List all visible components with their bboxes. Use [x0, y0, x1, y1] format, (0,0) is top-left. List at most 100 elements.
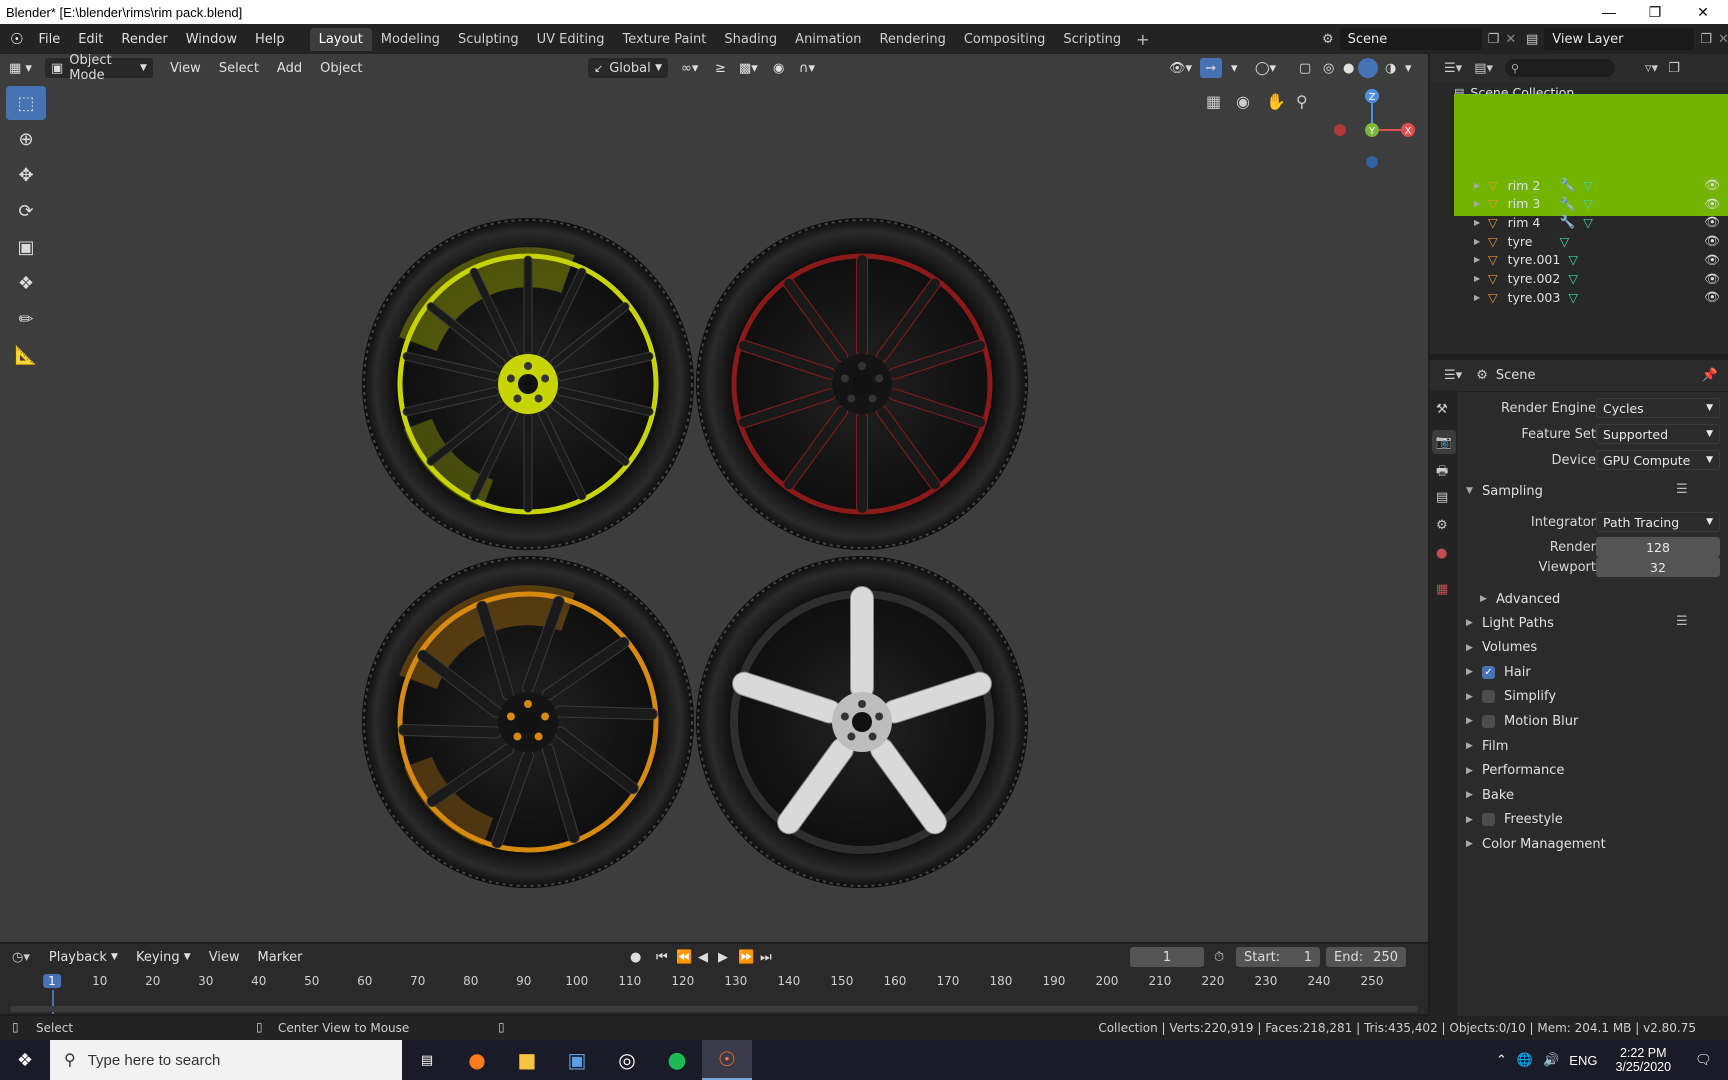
expand-arrow-icon[interactable]: ▶ — [1474, 199, 1484, 208]
record-icon[interactable]: ● — [630, 950, 641, 965]
outliner-search-input[interactable]: ⚲ — [1505, 59, 1615, 77]
tab-render-icon[interactable]: 📷 — [1432, 430, 1456, 454]
expand-arrow-icon[interactable]: ▶ — [1474, 218, 1484, 227]
panel-motion-blur[interactable]: ▶ Motion Blur — [1466, 710, 1578, 732]
current-frame-field[interactable]: 1 — [1130, 947, 1204, 967]
mesh-data-icon[interactable]: ▽ — [1568, 290, 1578, 305]
pan-hand-icon[interactable]: ✋ — [1266, 92, 1286, 111]
gizmo-toggle-icon[interactable]: ➙ — [1200, 58, 1222, 78]
mesh-data-icon[interactable]: ▽ — [1583, 178, 1593, 193]
add-workspace-icon[interactable]: + — [1136, 30, 1149, 49]
windows-start-button[interactable]: ❖ — [0, 1040, 50, 1080]
tab-scene-icon[interactable]: ⚙ — [1436, 518, 1448, 533]
delete-view-layer-icon[interactable]: ✕ — [1718, 32, 1728, 47]
tab-scripting[interactable]: Scripting — [1054, 28, 1130, 51]
panel-performance[interactable]: ▶ Performance — [1466, 760, 1564, 782]
panel-freestyle[interactable]: ▶ Freestyle — [1466, 809, 1563, 831]
navigation-gizmo[interactable]: ▦ ◉ ✋ ⚲ Z Y X — [1206, 88, 1416, 178]
taskbar-search-input[interactable]: ⚲ Type here to search — [50, 1040, 402, 1080]
editor-type-icon[interactable]: ▦ ▾ — [0, 61, 41, 76]
3d-viewport[interactable] — [0, 54, 1428, 942]
action-center-icon[interactable]: 🗨 — [1695, 1052, 1712, 1068]
gizmo-dropdown-icon[interactable]: ▾ — [1222, 61, 1247, 76]
proportional-edit-icon[interactable]: ◉ — [764, 61, 793, 76]
mode-dropdown[interactable]: ▣ Object Mode ▼ — [44, 53, 153, 83]
feature-set-dropdown[interactable]: Supported ▼ — [1596, 424, 1720, 444]
show-hidden-icons-icon[interactable]: ⌃ — [1496, 1052, 1507, 1068]
menu-add[interactable]: Add — [268, 61, 311, 76]
tab-compositing[interactable]: Compositing — [955, 28, 1055, 51]
snap-target-icon[interactable]: ▩▾ — [730, 61, 767, 76]
tab-uv-editing[interactable]: UV Editing — [528, 28, 614, 51]
eye-visibility-icon[interactable]: 👁 — [1704, 233, 1720, 249]
expand-arrow-icon[interactable]: ▶ — [1474, 293, 1484, 302]
filter-icon[interactable]: ▿▾ — [1645, 61, 1658, 76]
timeline-ruler[interactable]: 1 10 20 30 40 50 60 70 80 90 100 110 120 130 140 150 160… — [0, 972, 1428, 1014]
mesh-data-icon[interactable]: ▽ — [1568, 271, 1578, 286]
pivot-point-icon[interactable]: ∞▾ — [672, 61, 707, 76]
render-engine-dropdown[interactable]: Cycles ▼ — [1596, 398, 1720, 418]
menu-view[interactable]: View — [161, 61, 210, 76]
menu-file[interactable]: File — [29, 32, 69, 47]
viewport-samples-field[interactable]: 32 — [1596, 557, 1720, 577]
pin-icon[interactable]: 📌 — [1702, 368, 1718, 383]
visibility-icon[interactable]: 👁▾ — [1160, 61, 1201, 76]
panel-checkbox[interactable] — [1482, 714, 1495, 728]
blender-logo-icon[interactable]: ☉ — [10, 30, 23, 48]
presets-list-icon[interactable]: ☰ — [1676, 614, 1688, 629]
tab-texture-paint[interactable]: Texture Paint — [613, 28, 715, 51]
integrator-dropdown[interactable]: Path Tracing ▼ — [1596, 512, 1720, 532]
eye-visibility-icon[interactable]: 👁 — [1704, 289, 1720, 305]
mesh-data-icon[interactable]: ▽ — [1583, 196, 1593, 211]
menu-help[interactable]: Help — [246, 32, 294, 47]
tab-animation[interactable]: Animation — [786, 28, 870, 51]
properties-editor-icon[interactable]: ☰▾ — [1444, 368, 1462, 383]
expand-arrow-icon[interactable]: ▶ — [1474, 274, 1484, 283]
menu-edit[interactable]: Edit — [69, 32, 112, 47]
wrench-modifier-icon[interactable]: 🔧 — [1560, 196, 1576, 212]
close-window-button[interactable]: ✕ — [1680, 0, 1726, 24]
sampling-panel-header[interactable]: ▼ Sampling — [1466, 480, 1543, 502]
outliner-item[interactable]: ▶ ▽ tyre.002 ▽ 👁 — [1430, 269, 1728, 289]
shading-options-icon[interactable]: ▾ — [1396, 61, 1421, 76]
panel-checkbox[interactable] — [1482, 690, 1495, 704]
timeline-scrollbar[interactable] — [10, 1006, 1418, 1012]
panel-checkbox[interactable] — [1482, 813, 1495, 827]
view-layer-browse-icon[interactable]: ▤ — [1526, 32, 1538, 47]
mesh-data-icon[interactable]: ▽ — [1568, 252, 1578, 267]
move-tool[interactable]: ✥ — [6, 158, 46, 192]
cursor-tool[interactable]: ⊕ — [6, 122, 46, 156]
material-preview-icon[interactable] — [1358, 58, 1378, 78]
jump-end-icon[interactable]: ⏭ — [760, 950, 772, 965]
toggle-perspective-icon[interactable]: ▦ — [1206, 92, 1221, 111]
wrench-modifier-icon[interactable]: 🔧 — [1560, 177, 1576, 193]
tab-layout[interactable]: Layout — [309, 27, 372, 51]
wrench-modifier-icon[interactable]: 🔧 — [1560, 214, 1576, 230]
minimize-button[interactable]: — — [1586, 0, 1632, 24]
menu-render[interactable]: Render — [112, 32, 176, 47]
timeline-editor-icon[interactable]: ◷▾ — [12, 950, 30, 965]
outliner-item[interactable]: ▶ ▽ tyre.003 ▽ 👁 — [1430, 287, 1728, 307]
eye-visibility-icon[interactable]: 👁 — [1704, 271, 1720, 287]
task-view-icon[interactable]: ▤ — [402, 1040, 452, 1080]
prev-keyframe-icon[interactable]: ⏪ — [676, 950, 692, 965]
tab-shading[interactable]: Shading — [715, 28, 786, 51]
new-scene-icon[interactable]: ❐ — [1488, 32, 1500, 47]
menu-playback[interactable]: Playback ▼ — [40, 950, 127, 965]
panel-bake[interactable]: ▶ Bake — [1466, 784, 1514, 806]
eye-visibility-icon[interactable]: 👁 — [1704, 252, 1720, 268]
expand-arrow-icon[interactable]: ▶ — [1474, 181, 1484, 190]
tab-world-icon[interactable]: ● — [1436, 546, 1447, 561]
tab-texture-icon[interactable]: ▦ — [1436, 582, 1448, 597]
expand-arrow-icon[interactable]: ▶ — [1474, 255, 1484, 264]
tab-view-layer-icon[interactable]: ▤ — [1436, 490, 1448, 505]
menu-keying[interactable]: Keying ▼ — [127, 950, 200, 965]
advanced-subpanel-header[interactable]: ▶ Advanced — [1480, 588, 1560, 610]
panel-hair[interactable]: ▶ ✓ Hair — [1466, 661, 1531, 683]
tab-tool-icon[interactable]: ⚒ — [1436, 402, 1448, 417]
tab-output-icon[interactable]: 🖶 — [1436, 462, 1448, 484]
next-keyframe-icon[interactable]: ⏩ — [738, 950, 754, 965]
transform-orientation-dropdown[interactable]: ↙ Global ▼ — [588, 58, 668, 78]
menu-timeline-view[interactable]: View — [200, 950, 249, 965]
measure-tool[interactable]: 📐 — [6, 338, 46, 372]
